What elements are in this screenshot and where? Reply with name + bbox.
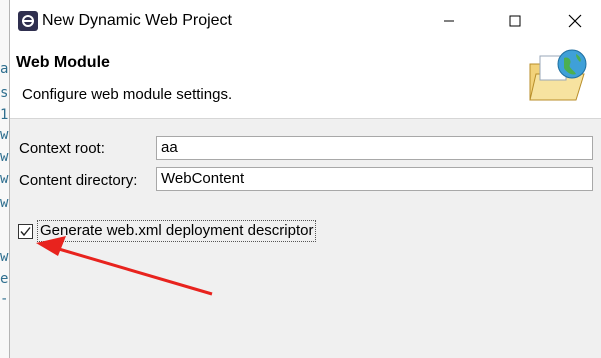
bg-glyph: a — [0, 61, 9, 77]
title-bar[interactable]: New Dynamic Web Project — [10, 0, 601, 42]
bg-glyph: - — [0, 291, 9, 307]
maximize-button[interactable] — [500, 8, 530, 34]
background-editor-strip: a s 1 w w w w w e - — [0, 0, 9, 358]
web-project-folder-globe-icon — [528, 46, 592, 104]
bg-glyph: e — [0, 271, 9, 287]
bg-glyph: 1 — [0, 107, 9, 123]
content-directory-label: Content directory: — [19, 172, 138, 189]
bg-glyph: s — [0, 85, 9, 101]
bg-glyph: w — [0, 127, 9, 143]
eclipse-app-icon — [18, 11, 38, 31]
bg-glyph: w — [0, 149, 9, 165]
minimize-button[interactable] — [434, 8, 464, 34]
page-title: Web Module — [16, 54, 110, 71]
wizard-header: Web Module Configure web module settings… — [10, 42, 601, 119]
bg-glyph: w — [0, 171, 9, 187]
bg-glyph: w — [0, 195, 9, 211]
page-description: Configure web module settings. — [22, 86, 233, 103]
window-title: New Dynamic Web Project — [42, 12, 232, 29]
context-root-label: Context root: — [19, 140, 105, 157]
generate-web-xml-option[interactable]: Generate web.xml deployment descriptor — [18, 220, 317, 242]
context-root-input[interactable]: aa — [156, 136, 593, 160]
checkmark-icon — [20, 226, 31, 236]
close-button[interactable] — [560, 8, 590, 34]
generate-web-xml-checkbox[interactable] — [18, 223, 33, 239]
content-directory-input[interactable]: WebContent — [156, 167, 593, 191]
generate-web-xml-label[interactable]: Generate web.xml deployment descriptor — [37, 220, 317, 242]
bg-glyph: w — [0, 249, 9, 265]
new-dynamic-web-project-dialog: New Dynamic Web Project Web Module Confi… — [9, 0, 601, 358]
